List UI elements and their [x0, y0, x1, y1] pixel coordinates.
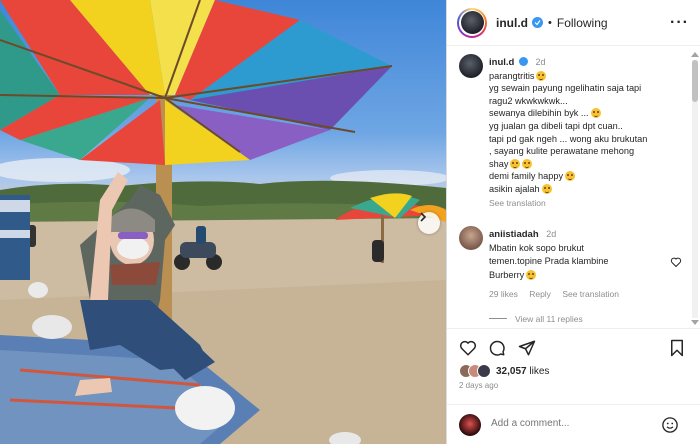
caption-username[interactable]: inul.d — [489, 57, 514, 68]
verified-badge-icon — [518, 57, 528, 66]
add-comment-bar — [447, 404, 700, 444]
comment-line: Mbatin kok sopo brukut — [489, 242, 584, 253]
comments-section: inul.d 2d parangtritis yg sewain payung … — [447, 46, 687, 328]
comment-line: Burberry — [489, 269, 659, 283]
emoji-icon — [590, 108, 601, 119]
caption-line: tapi pd gak ngeh ... wong aku brukutan — [489, 133, 648, 144]
comment-time: 2d — [546, 229, 557, 239]
replies-dash — [489, 318, 507, 319]
likes-count: 32,057 — [496, 365, 527, 377]
following-button[interactable]: Following — [557, 16, 608, 30]
post-author-username[interactable]: inul.d — [496, 16, 528, 30]
separator-dot: • — [548, 16, 552, 29]
comment-username[interactable]: aniistiadah — [489, 229, 539, 240]
comment-likes-count[interactable]: 29 likes — [489, 289, 518, 299]
comment-bubble-icon[interactable] — [488, 339, 506, 357]
beach-scene-image — [0, 0, 446, 444]
like-comment-heart-icon[interactable] — [670, 256, 682, 268]
caption-time: 2d — [535, 57, 546, 67]
caption-see-translation-link[interactable]: See translation — [489, 197, 687, 210]
scroll-up-arrow-icon[interactable] — [691, 52, 699, 57]
likes-label: likes — [529, 365, 550, 377]
caption-line: yg jualan ga dibeli tapi dpt cuan.. — [489, 120, 623, 131]
liker-avatar — [477, 364, 491, 378]
avatar[interactable] — [459, 54, 483, 78]
avatar[interactable] — [459, 226, 483, 250]
caption-line: asikin ajalah — [489, 183, 687, 196]
caption-line: ragu2 wkwkwkwk... — [489, 95, 568, 106]
post-side-panel: inul.d • Following ··· inul.d 2d parangt… — [446, 0, 700, 444]
like-heart-icon[interactable] — [459, 339, 477, 357]
verified-badge-icon — [532, 17, 543, 28]
emoji-icon — [510, 158, 521, 169]
add-comment-input[interactable] — [491, 418, 651, 429]
likes-summary[interactable]: 32,057 likes — [459, 364, 549, 378]
caption-line: sewanya dilebihin byk ... — [489, 107, 687, 120]
caption-line: , sayang kulite perawatane mehong — [489, 146, 635, 157]
more-options-icon[interactable]: ··· — [670, 14, 689, 32]
scroll-thumb[interactable] — [692, 60, 698, 102]
view-replies-link[interactable]: View all 11 replies — [489, 314, 583, 324]
emoji-picker-icon[interactable] — [661, 416, 679, 434]
caption-line: shay — [489, 158, 687, 171]
comment-see-translation-link[interactable]: See translation — [562, 289, 619, 299]
post-timestamp[interactable]: 2 days ago — [459, 381, 498, 390]
next-image-button[interactable] — [418, 212, 440, 234]
current-user-avatar — [459, 414, 481, 436]
avatar[interactable] — [460, 11, 484, 34]
scroll-down-arrow-icon[interactable] — [691, 320, 699, 325]
comment-line: temen.topine Prada klambine — [489, 256, 609, 267]
emoji-icon — [522, 158, 533, 169]
caption-line: parangtritis — [489, 70, 687, 83]
emoji-icon — [541, 183, 552, 194]
story-ring[interactable] — [457, 7, 487, 38]
emoji-icon — [536, 70, 547, 81]
post-actions: 32,057 likes 2 days ago — [447, 328, 700, 398]
comment-reply-button[interactable]: Reply — [529, 289, 551, 299]
save-bookmark-icon[interactable] — [669, 339, 685, 357]
caption-line: demi family happy — [489, 170, 687, 183]
post-header: inul.d • Following ··· — [447, 0, 700, 46]
comments-scrollbar[interactable] — [689, 50, 699, 328]
post-photo — [0, 0, 446, 444]
emoji-icon — [526, 269, 537, 280]
emoji-icon — [565, 171, 576, 182]
chevron-right-icon — [420, 212, 427, 222]
caption-line: yg sewain payung ngelihatin saja tapi — [489, 83, 642, 94]
share-send-icon[interactable] — [518, 339, 536, 357]
